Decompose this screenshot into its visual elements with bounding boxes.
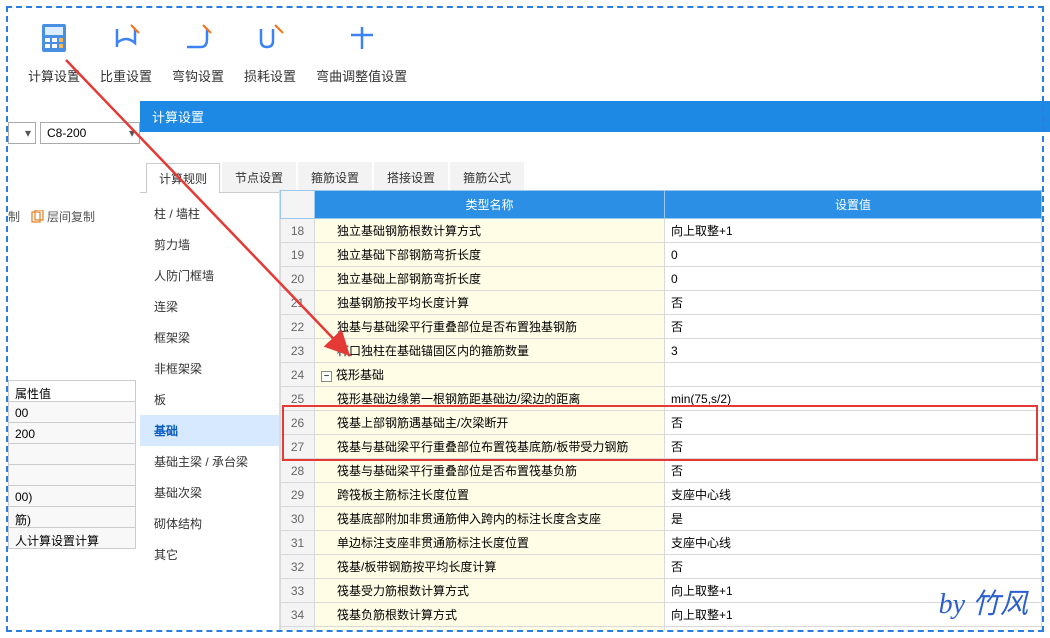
category-item[interactable]: 人防门框墙 bbox=[140, 260, 279, 291]
signature: by 竹风 bbox=[939, 582, 1028, 622]
category-item[interactable]: 连梁 bbox=[140, 291, 279, 322]
category-item[interactable]: 剪力墙 bbox=[140, 229, 279, 260]
table-row[interactable]: 27筏基与基础梁平行重叠部位布置筏基底筋/板带受力钢筋否 bbox=[281, 435, 1042, 459]
copy-icon bbox=[30, 210, 44, 224]
property-row[interactable]: 人计算设置计算 bbox=[8, 527, 136, 549]
left-controls: C8-200 制 层间复制 bbox=[8, 112, 140, 225]
table-row[interactable]: 18独立基础钢筋根数计算方式向上取整+1 bbox=[281, 219, 1042, 243]
table-row[interactable]: 25筏形基础边缘第一根钢筋距基础边/梁边的距离min(75,s/2) bbox=[281, 387, 1042, 411]
collapse-icon[interactable]: − bbox=[321, 371, 332, 382]
tab-4[interactable]: 箍筋公式 bbox=[450, 162, 524, 192]
settings-grid-wrap: 类型名称 设置值 18独立基础钢筋根数计算方式向上取整+119独立基础下部钢筋弯… bbox=[280, 190, 1042, 630]
toolbar-label: 弯曲调整值设置 bbox=[316, 66, 407, 85]
hook-icon bbox=[180, 20, 216, 56]
toolbar-label: 计算设置 bbox=[28, 66, 80, 85]
toolbar-label: 比重设置 bbox=[100, 66, 152, 85]
table-row[interactable]: 31单边标注支座非贯通筋标注长度位置支座中心线 bbox=[281, 531, 1042, 555]
toolbar-bend-settings[interactable]: 弯曲调整值设置 bbox=[306, 14, 417, 91]
tab-3[interactable]: 搭接设置 bbox=[374, 162, 448, 192]
table-row[interactable]: 33筏基受力筋根数计算方式向上取整+1 bbox=[281, 579, 1042, 603]
category-item[interactable]: 板 bbox=[140, 384, 279, 415]
property-row[interactable]: 00 bbox=[8, 401, 136, 423]
category-item[interactable]: 砌体结构 bbox=[140, 508, 279, 539]
loss-icon bbox=[252, 20, 288, 56]
category-item[interactable]: 其它 bbox=[140, 539, 279, 570]
calculator-icon bbox=[36, 20, 72, 56]
col-rownum bbox=[281, 191, 315, 219]
table-row[interactable]: 20独立基础上部钢筋弯折长度0 bbox=[281, 267, 1042, 291]
toolbar-calc-settings[interactable]: 计算设置 bbox=[18, 14, 90, 91]
property-row[interactable] bbox=[8, 464, 136, 486]
toolbar-hook-settings[interactable]: 弯钩设置 bbox=[162, 14, 234, 91]
category-list: 柱 / 墙柱剪力墙人防门框墙连梁框架梁非框架梁板基础基础主梁 / 承台梁基础次梁… bbox=[140, 190, 280, 630]
layer-copy-button[interactable]: 层间复制 bbox=[30, 208, 95, 225]
small-combo[interactable] bbox=[8, 122, 36, 144]
table-row[interactable]: 32筏基/板带钢筋按平均长度计算否 bbox=[281, 555, 1042, 579]
table-row[interactable]: 24−筏形基础 bbox=[281, 363, 1042, 387]
dialog-body: 计算规则节点设置箍筋设置搭接设置箍筋公式 柱 / 墙柱剪力墙人防门框墙连梁框架梁… bbox=[140, 160, 1042, 630]
toolbar-loss-settings[interactable]: 损耗设置 bbox=[234, 14, 306, 91]
tab-0[interactable]: 计算规则 bbox=[146, 163, 220, 193]
tab-2[interactable]: 箍筋设置 bbox=[298, 162, 372, 192]
category-item[interactable]: 柱 / 墙柱 bbox=[140, 198, 279, 229]
table-row[interactable]: 28筏基与基础梁平行重叠部位是否布置筏基负筋否 bbox=[281, 459, 1042, 483]
col-value-header: 设置值 bbox=[665, 191, 1042, 219]
category-item[interactable]: 框架梁 bbox=[140, 322, 279, 353]
category-item[interactable]: 基础主梁 / 承台梁 bbox=[140, 446, 279, 477]
property-row[interactable]: 筋) bbox=[8, 506, 136, 528]
category-item[interactable]: 基础 bbox=[140, 415, 279, 446]
category-item[interactable]: 非框架梁 bbox=[140, 353, 279, 384]
tab-strip: 计算规则节点设置箍筋设置搭接设置箍筋公式 bbox=[140, 160, 1042, 193]
property-row[interactable] bbox=[8, 443, 136, 465]
toolbar-weight-settings[interactable]: 比重设置 bbox=[90, 14, 162, 91]
rebar-spec-combo[interactable]: C8-200 bbox=[40, 122, 140, 144]
weight-icon bbox=[108, 20, 144, 56]
col-name-header: 类型名称 bbox=[315, 191, 665, 219]
table-row[interactable]: 19独立基础下部钢筋弯折长度0 bbox=[281, 243, 1042, 267]
toolbar-label: 损耗设置 bbox=[244, 66, 296, 85]
table-row[interactable]: 22独基与基础梁平行重叠部位是否布置独基钢筋否 bbox=[281, 315, 1042, 339]
settings-grid: 类型名称 设置值 18独立基础钢筋根数计算方式向上取整+119独立基础下部钢筋弯… bbox=[280, 190, 1042, 630]
table-row[interactable]: 21独基钢筋按平均长度计算否 bbox=[281, 291, 1042, 315]
copy-button-a[interactable]: 制 bbox=[8, 208, 20, 225]
toolbar-label: 弯钩设置 bbox=[172, 66, 224, 85]
property-row[interactable]: 00) bbox=[8, 485, 136, 507]
table-row[interactable]: 26筏基上部钢筋遇基础主/次梁断开否 bbox=[281, 411, 1042, 435]
property-row[interactable]: 200 bbox=[8, 422, 136, 444]
table-row[interactable]: 23杯口独柱在基础锚固区内的箍筋数量3 bbox=[281, 339, 1042, 363]
table-row[interactable]: 29跨筏板主筋标注长度位置支座中心线 bbox=[281, 483, 1042, 507]
property-header: 属性值 bbox=[8, 380, 136, 402]
table-row[interactable]: 30筏基底部附加非贯通筋伸入跨内的标注长度含支座是 bbox=[281, 507, 1042, 531]
table-row[interactable]: 34筏基负筋根数计算方式向上取整+1 bbox=[281, 603, 1042, 627]
tab-1[interactable]: 节点设置 bbox=[222, 162, 296, 192]
bend-icon bbox=[344, 20, 380, 56]
property-panel: 属性值 00 200 00) 筋) 人计算设置计算 bbox=[8, 380, 136, 548]
category-item[interactable]: 基础次梁 bbox=[140, 477, 279, 508]
dialog-title: 计算设置 bbox=[140, 101, 1050, 132]
main-toolbar: 计算设置 比重设置 弯钩设置 损耗设置 弯曲调整值设置 bbox=[0, 0, 1050, 101]
table-row[interactable]: 35柱下板带受力筋根数计算方式向上取整+1 bbox=[281, 627, 1042, 631]
